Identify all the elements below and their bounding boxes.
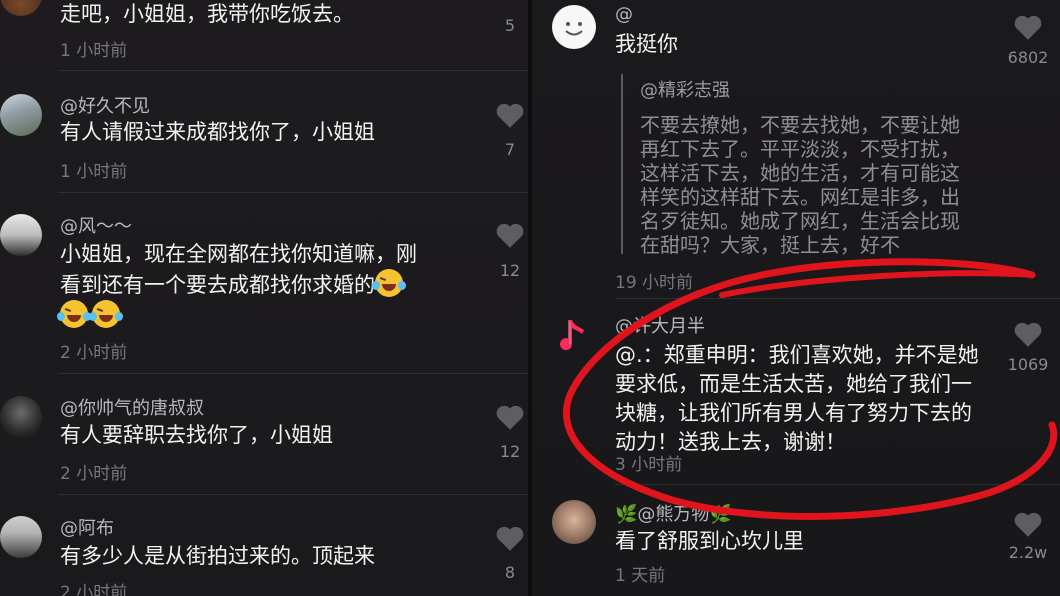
laughing-crying-emoji-icon xyxy=(372,269,406,297)
comment-text-line: 块糖，让我们所有男人有了努力下去的 xyxy=(615,401,972,425)
heart-icon[interactable] xyxy=(495,222,525,249)
comment-text: 有人请假过来成都找你了，小姐姐 xyxy=(60,120,375,144)
music-note-icon xyxy=(560,320,584,351)
comment-time: 1 天前 xyxy=(615,566,666,586)
comment-username[interactable]: @阿布 xyxy=(60,514,114,540)
leaf-icon: 🌿 xyxy=(615,504,638,525)
quoted-text-line: 再红下去了。平平淡淡，不受打扰， xyxy=(640,137,960,161)
smiley-face-icon xyxy=(565,22,583,36)
comment-text: 有多少人是从街拍过来的。顶起来 xyxy=(60,544,375,568)
quoted-text: 不要去撩她，不要去找她，不要让她 再红下去了。平平淡淡，不受打扰， 这样活下去，… xyxy=(640,113,960,257)
right-comment-panel: @ 我挺你 6802 @精彩志强 不要去撩她，不要去找她，不要让她 再红下去了。… xyxy=(532,0,1060,596)
heart-icon[interactable] xyxy=(1013,321,1043,348)
quoted-username[interactable]: @精彩志强 xyxy=(640,76,730,102)
quoted-text-line: 名歹徒知。她成了网红，生活会比现 xyxy=(640,209,960,233)
laughing-crying-emoji-icon xyxy=(57,300,91,328)
comment-text-line: 小姐姐，现在全网都在找你知道嘛，刚 xyxy=(60,242,417,266)
like-count: 12 xyxy=(499,442,521,461)
comment-text: 我挺你 xyxy=(615,32,678,56)
quoted-text-line: 在甜吗？大家，挺上去，好不 xyxy=(640,233,900,257)
emoji-row xyxy=(57,300,417,331)
like-count: 12 xyxy=(499,261,521,280)
divider xyxy=(615,298,1060,299)
comment-time: 1 小时前 xyxy=(60,162,128,182)
divider xyxy=(58,494,528,495)
left-comment-panel: 走吧，小姐姐，我带你吃饭去。 1 小时前 5 @好久不见 有人请假过来成都找你了… xyxy=(0,0,528,596)
heart-icon[interactable] xyxy=(1013,511,1043,538)
comment-text: 小姐姐，现在全网都在找你知道嘛，刚 看到还有一个要去成都找你求婚的 xyxy=(57,240,417,331)
comment-username[interactable]: @风～～ xyxy=(60,212,132,238)
quoted-text-line: 这样活下去，她的生活，才有可能这 xyxy=(640,161,960,185)
comment-time: 2 小时前 xyxy=(60,583,128,596)
comment-time: 1 小时前 xyxy=(60,41,128,61)
comment-text: 有人要辞职去找你了，小姐姐 xyxy=(60,423,333,447)
comment-text: 走吧，小姐姐，我带你吃饭去。 xyxy=(60,2,354,26)
avatar[interactable] xyxy=(0,0,42,16)
avatar[interactable] xyxy=(552,5,596,49)
comment-username[interactable]: @好久不见 xyxy=(60,92,150,118)
comment-text-line: 要求低，而是生活太苦，她给了我们一 xyxy=(615,372,972,396)
quote-bar xyxy=(621,74,623,254)
comment-time: 3 小时前 xyxy=(615,455,683,475)
like-count: 2.2w xyxy=(1008,543,1048,562)
heart-icon[interactable] xyxy=(495,102,525,129)
comment-text-line: @.：郑重申明：我们喜欢她，并不是她 xyxy=(615,343,979,367)
comment-time: 2 小时前 xyxy=(60,343,128,363)
comment-text-line: 看到还有一个要去成都找你求婚的 xyxy=(60,269,417,300)
avatar[interactable] xyxy=(0,94,42,136)
comment-username[interactable]: @你帅气的唐叔叔 xyxy=(60,394,204,420)
like-count: 1069 xyxy=(1007,355,1049,374)
comment-time: 19 小时前 xyxy=(615,273,694,293)
comment-text: 看了舒服到心坎儿里 xyxy=(615,529,804,553)
heart-icon[interactable] xyxy=(495,525,525,552)
like-count: 5 xyxy=(504,16,516,35)
avatar[interactable] xyxy=(0,396,42,438)
like-count: 7 xyxy=(504,140,516,159)
divider xyxy=(58,192,528,193)
laughing-crying-emoji-icon xyxy=(89,300,123,328)
comment-username[interactable]: @许大月半 xyxy=(615,312,705,338)
avatar[interactable] xyxy=(552,500,596,544)
quoted-text-line: 样笑的这样甜下去。网红是非多，出 xyxy=(640,185,960,209)
heart-icon[interactable] xyxy=(495,404,525,431)
divider xyxy=(58,70,528,71)
divider xyxy=(58,373,528,374)
like-count: 6802 xyxy=(1007,48,1049,67)
heart-icon[interactable] xyxy=(1013,14,1043,41)
comment-text-span: 看到还有一个要去成都找你求婚的 xyxy=(60,273,375,297)
avatar[interactable] xyxy=(0,516,42,558)
quoted-text-line: 不要去撩她，不要去找她，不要让她 xyxy=(640,113,960,137)
comment-username[interactable]: 🌿@熊万物🌿 xyxy=(615,500,732,526)
comment-username[interactable]: @ xyxy=(615,4,633,25)
comment-text: @.：郑重申明：我们喜欢她，并不是她 要求低，而是生活太苦，她给了我们一 块糖，… xyxy=(615,341,979,457)
leaf-icon: 🌿 xyxy=(709,504,732,525)
comment-username-text: @熊万物 xyxy=(637,504,710,525)
divider xyxy=(615,484,1060,485)
like-count: 8 xyxy=(504,563,516,582)
avatar[interactable] xyxy=(0,214,42,256)
comment-time: 2 小时前 xyxy=(60,464,128,484)
